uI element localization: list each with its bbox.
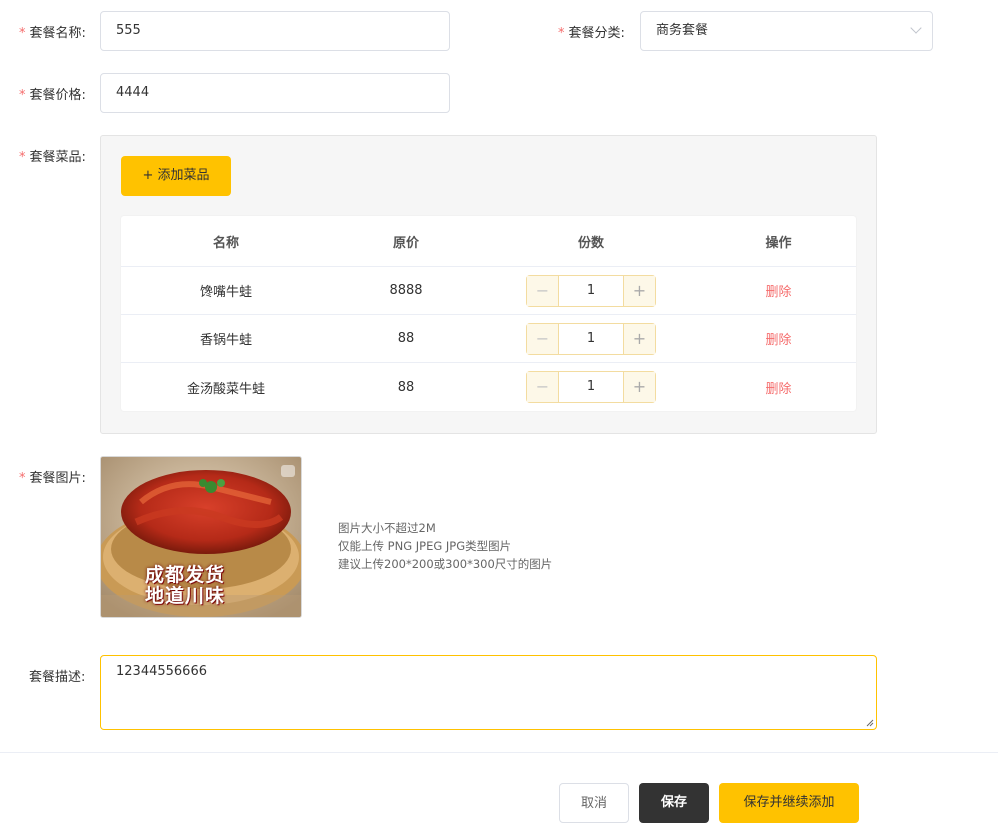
dish-name: 香锅牛蛙 <box>199 333 252 348</box>
save-button[interactable]: 保存 <box>639 783 709 823</box>
decrease-button[interactable]: − <box>527 372 559 402</box>
dish-price: 8888 <box>389 283 423 298</box>
quantity-stepper: − 1 + <box>526 274 656 307</box>
resize-handle-icon[interactable] <box>866 719 874 727</box>
quantity-value[interactable]: 1 <box>559 372 623 402</box>
image-label: * 套餐图片: <box>19 471 86 486</box>
dish-image-upload[interactable]: 成都发货 地道川味 <box>100 456 302 618</box>
decrease-button[interactable]: − <box>527 323 559 354</box>
image-caption-line2: 地道川味 <box>145 585 226 607</box>
table-header: 名称 原价 份数 操作 <box>121 216 856 267</box>
chevron-down-icon <box>910 22 922 34</box>
header-name: 名称 <box>212 235 239 251</box>
cancel-button[interactable]: 取消 <box>559 783 629 823</box>
quantity-stepper: − 1 + <box>526 322 656 355</box>
dish-name: 馋嘴牛蛙 <box>199 285 252 300</box>
header-qty: 份数 <box>577 235 604 251</box>
tip-size: 图片大小不超过2M <box>338 521 436 535</box>
increase-button[interactable]: + <box>623 323 655 354</box>
table-row: 馋嘴牛蛙 8888 − 1 + 删除 <box>121 267 856 315</box>
category-select[interactable]: 商务套餐 <box>640 11 933 51</box>
price-input[interactable]: 4444 <box>100 73 450 113</box>
image-caption-line1: 成都发货 <box>145 564 226 586</box>
delete-link[interactable]: 删除 <box>765 333 791 348</box>
desc-label: 套餐描述: <box>29 670 86 685</box>
save-and-continue-button[interactable]: 保存并继续添加 <box>719 783 859 823</box>
delete-link[interactable]: 删除 <box>765 382 791 397</box>
name-label: * 套餐名称: <box>19 26 86 41</box>
tip-types: 仅能上传 PNG JPEG JPG类型图片 <box>338 539 512 553</box>
increase-button[interactable]: + <box>623 372 655 402</box>
delete-link[interactable]: 删除 <box>765 285 791 300</box>
quantity-value[interactable]: 1 <box>559 276 623 306</box>
decrease-button[interactable]: − <box>527 275 559 306</box>
table-row: 金汤酸菜牛蛙 88 − 1 + 删除 <box>121 363 856 411</box>
category-label: * 套餐分类: <box>558 26 625 41</box>
dish-price: 88 <box>397 379 415 395</box>
header-price: 原价 <box>392 235 419 251</box>
increase-button[interactable]: + <box>623 275 655 306</box>
dishes-panel: + 添加菜品 名称 原价 份数 操作 馋嘴牛蛙 8888 − 1 + 删除 香锅… <box>100 135 877 434</box>
description-textarea[interactable]: 12344556666 <box>100 655 877 730</box>
dishes-label: * 套餐菜品: <box>19 150 86 165</box>
price-label: * 套餐价格: <box>19 88 86 103</box>
table-row: 香锅牛蛙 88 − 1 + 删除 <box>121 315 856 363</box>
quantity-stepper: − 1 + <box>526 371 656 403</box>
image-tips: 图片大小不超过2M 仅能上传 PNG JPEG JPG类型图片 建议上传200*… <box>338 519 552 573</box>
add-dish-button[interactable]: + 添加菜品 <box>121 156 231 196</box>
header-action: 操作 <box>765 235 792 251</box>
footer-divider <box>0 752 998 753</box>
dish-name: 金汤酸菜牛蛙 <box>186 381 265 397</box>
tip-dimensions: 建议上传200*200或300*300尺寸的图片 <box>338 557 553 571</box>
name-input[interactable]: 555 <box>100 11 450 51</box>
quantity-value[interactable]: 1 <box>559 324 623 354</box>
dish-price: 88 <box>397 331 415 346</box>
dishes-table: 名称 原价 份数 操作 馋嘴牛蛙 8888 − 1 + 删除 香锅牛蛙 88 − <box>121 216 856 411</box>
